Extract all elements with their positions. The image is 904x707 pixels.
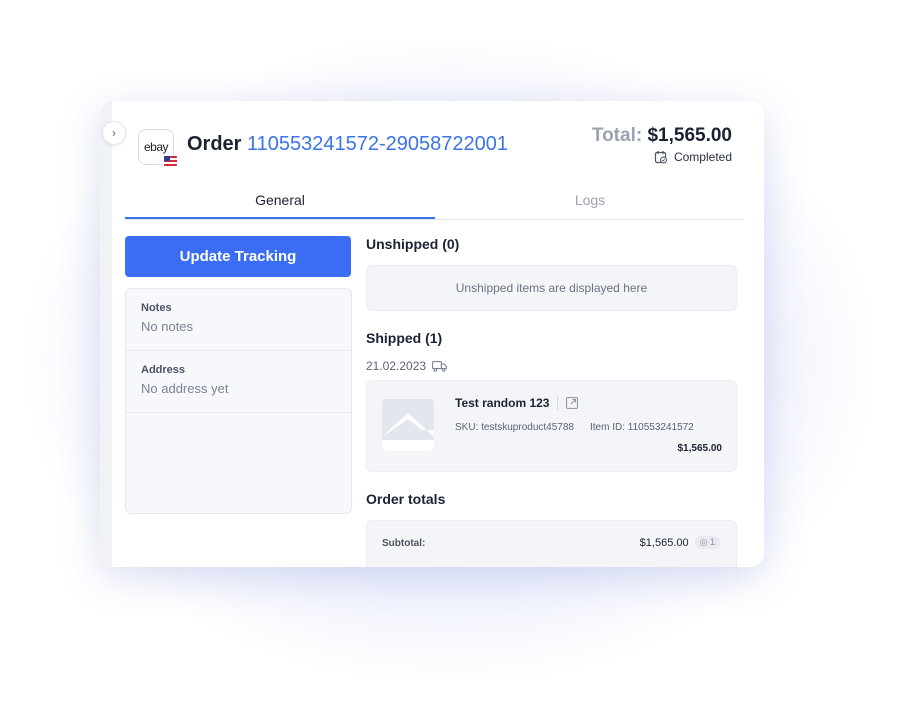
order-title-prefix: Order [187,133,242,155]
address-value: No address yet [141,381,229,396]
expand-sidebar-button[interactable]: › [102,121,126,145]
product-image-placeholder [382,399,434,451]
shipped-item-card: Test random 123 SKU: testskuproduct45788… [366,380,737,472]
subtotal-value: $1,565.00 [639,536,689,549]
item-title: Test random 123 [455,396,579,410]
item-name: Test random 123 [455,396,550,410]
notes-section: Notes No notes [126,289,351,351]
notes-value: No notes [141,319,194,334]
item-price: $1,565.00 [677,443,723,454]
address-section: Address No address yet [126,351,351,413]
order-info-panel: Notes No notes Address No address yet [125,288,352,514]
order-totals-heading: Order totals [366,491,446,507]
quantity-badge: ◎ 1 [694,536,720,549]
order-id-link[interactable]: 110553241572-29058722001 [247,133,508,155]
quantity-value: 1 [709,537,715,547]
status-text: Completed [673,150,732,164]
external-link-icon[interactable] [566,397,579,409]
total-value: $1,565.00 [647,125,732,146]
order-panel: › ebay Order 110553241572-29058722001 To… [100,101,764,567]
update-tracking-button[interactable]: Update Tracking [125,236,351,277]
order-totals-box: Subtotal: $1,565.00 ◎ 1 [366,520,737,567]
unshipped-heading: Unshipped (0) [366,236,460,252]
box-icon: ◎ [699,537,708,547]
chevron-right-icon: › [112,126,116,140]
item-sku: SKU: testskuproduct45788 [455,422,574,433]
shipment-date-text: 21.02.2023 [366,359,427,373]
image-placeholder-icon [382,413,434,451]
tab-logs[interactable]: Logs [435,186,745,219]
us-flag-icon [163,155,178,167]
tab-general[interactable]: General [125,186,435,219]
address-label: Address [141,364,186,376]
subtotal-label: Subtotal: [382,538,426,549]
item-id: Item ID: 110553241572 [589,422,694,433]
notes-label: Notes [141,302,172,314]
status-badge: Completed [654,150,732,164]
sidebar-strip [100,101,112,567]
subtotal-row-value: $1,565.00 ◎ 1 [640,536,720,549]
unshipped-empty-state: Unshipped items are displayed here [366,265,737,311]
calendar-check-icon [654,151,667,164]
shipment-date: 21.02.2023 [366,359,447,373]
divider [557,396,559,410]
tab-bar: General Logs [125,186,743,220]
page-title: Order 110553241572-29058722001 [187,133,508,156]
order-total: Total: $1,565.00 [592,125,732,147]
truck-icon [432,360,447,372]
item-meta: SKU: testskuproduct45788 Item ID: 110553… [455,422,694,433]
shipped-heading: Shipped (1) [366,330,443,346]
ebay-logo-text: ebay [143,140,169,154]
total-label: Total: [591,125,643,146]
